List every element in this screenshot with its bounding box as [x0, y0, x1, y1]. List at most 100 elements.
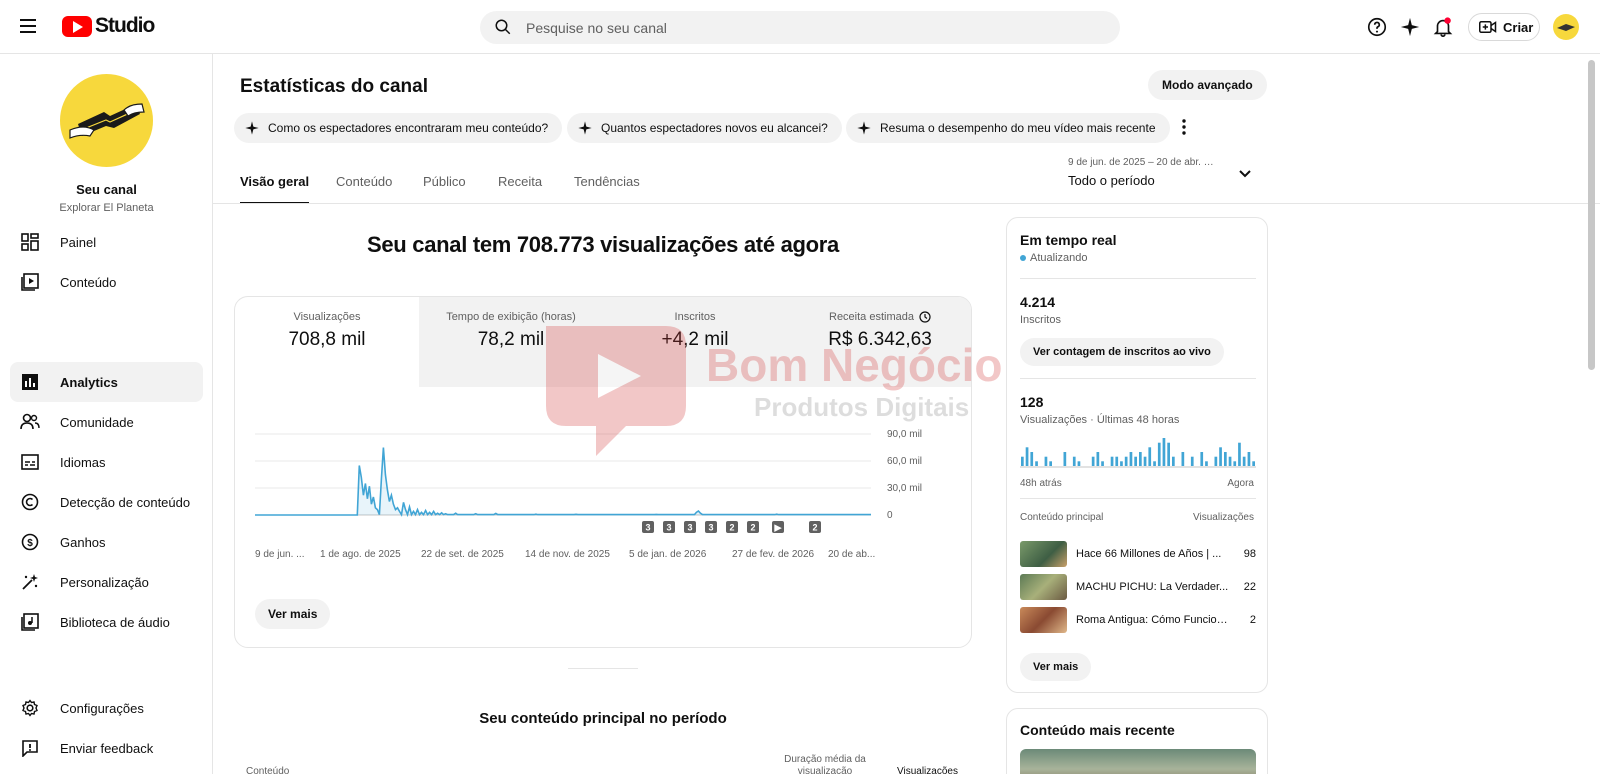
help-icon[interactable]: [1366, 16, 1388, 38]
recent-video-thumbnail[interactable]: [1020, 749, 1256, 774]
column-header-views[interactable]: Visualizações: [897, 766, 958, 774]
realtime-title: Em tempo real: [1020, 232, 1117, 248]
realtime-bar: [1115, 456, 1119, 466]
views-headline: Seu canal tem 708.773 visualizações até …: [367, 232, 839, 257]
suggestion-chip-new-viewers[interactable]: Quantos espectadores novos eu alcancei?: [567, 113, 842, 143]
video-publish-marker[interactable]: 3: [684, 521, 696, 533]
realtime-card: Em tempo real Atualizando 4.214 Inscrito…: [1006, 217, 1268, 693]
realtime-bar: [1157, 442, 1161, 466]
date-range-text[interactable]: 9 de jun. de 2025 – 20 de abr. de 2026: [1068, 157, 1218, 168]
realtime-status-text: Atualizando: [1030, 252, 1088, 264]
metric-subscribers[interactable]: Inscritos +4,2 mil: [603, 297, 787, 387]
realtime-bar: [1063, 452, 1067, 466]
subtitles-icon: [20, 452, 40, 472]
column-header-content: Conteúdo: [246, 766, 290, 774]
more-options-icon[interactable]: [1174, 117, 1194, 137]
list-item[interactable]: MACHU PICHU: La Verdader... 22: [1020, 573, 1256, 601]
realtime-see-more-button[interactable]: Ver mais: [1020, 653, 1092, 681]
sidebar-item-analytics[interactable]: Analytics: [10, 362, 203, 402]
video-thumbnail: [1020, 574, 1067, 600]
video-publish-marker[interactable]: 2: [747, 521, 759, 533]
date-period-label[interactable]: Todo o período: [1068, 173, 1155, 188]
sidebar-item-biblioteca-de-audio[interactable]: Biblioteca de áudio: [10, 602, 203, 642]
realtime-views-bar-chart[interactable]: [1020, 434, 1256, 468]
tab-publico[interactable]: Público: [423, 174, 466, 204]
sidebar-item-idiomas[interactable]: Idiomas: [10, 442, 203, 482]
create-button[interactable]: Criar: [1468, 13, 1540, 41]
tab-conteudo[interactable]: Conteúdo: [336, 174, 392, 204]
account-avatar[interactable]: [1553, 14, 1579, 40]
realtime-divider: [1020, 278, 1256, 279]
views-chart[interactable]: 90,0 mil 60,0 mil 30,0 mil 0 3 3 3 3 2 2 ▶ 2 9 de ju…: [235, 407, 972, 587]
sidebar-item-label: Conteúdo: [60, 274, 117, 290]
sidebar-item-configuracoes[interactable]: Configurações: [10, 688, 203, 728]
settings-icon: [20, 698, 40, 718]
search-input[interactable]: [526, 11, 1086, 44]
realtime-subscribers-label: Inscritos: [1020, 314, 1061, 326]
live-subscriber-count-button[interactable]: Ver contagem de inscritos ao vivo: [1020, 338, 1224, 366]
realtime-bar: [1129, 452, 1133, 466]
realtime-bar: [1143, 456, 1147, 466]
studio-logo[interactable]: Studio: [62, 14, 155, 38]
video-title: MACHU PICHU: La Verdader...: [1076, 581, 1229, 593]
realtime-bar: [1228, 456, 1232, 466]
column-header-top-content: Conteúdo principal: [1020, 512, 1104, 523]
video-publish-marker[interactable]: 2: [726, 521, 738, 533]
realtime-bar: [1200, 452, 1204, 466]
channel-avatar-image: [69, 103, 145, 139]
svg-text:3: 3: [687, 523, 692, 533]
tab-visao-geral[interactable]: Visão geral: [240, 174, 310, 204]
realtime-bar: [1148, 447, 1152, 466]
list-item[interactable]: Roma Antigua: Cómo Funcion... 2: [1020, 606, 1256, 634]
sidebar-item-deteccao-de-conteudo[interactable]: Detecção de conteúdo: [10, 482, 203, 522]
sidebar-item-label: Painel: [60, 234, 97, 250]
sidebar-item-comunidade[interactable]: Comunidade: [10, 402, 203, 442]
notifications-icon[interactable]: [1432, 16, 1454, 38]
create-label: Criar: [1503, 19, 1534, 35]
video-title: Hace 66 Millones de Años | ...: [1076, 548, 1222, 560]
video-publish-marker[interactable]: 3: [705, 521, 717, 533]
video-publish-marker[interactable]: 3: [663, 521, 675, 533]
metric-value: 708,8 mil: [288, 329, 366, 350]
realtime-bar: [1101, 461, 1104, 466]
video-publish-marker[interactable]: 3: [642, 521, 654, 533]
realtime-bar: [1205, 461, 1208, 466]
page-scrollbar[interactable]: [1588, 60, 1595, 370]
metric-value: 78,2 mil: [477, 329, 545, 350]
video-publish-marker[interactable]: 2: [809, 521, 821, 533]
channel-avatar[interactable]: [60, 74, 153, 167]
realtime-bar: [1214, 456, 1218, 466]
suggestion-chip-latest-video[interactable]: Resuma o desempenho do meu vídeo mais re…: [846, 113, 1170, 143]
sidebar-item-personalizacao[interactable]: Personalização: [10, 562, 203, 602]
sidebar-item-label: Ganhos: [60, 534, 106, 550]
suggestion-chip-discovery[interactable]: Como os espectadores encontraram meu con…: [234, 113, 563, 143]
chevron-down-icon[interactable]: [1236, 165, 1254, 183]
realtime-bar: [1030, 452, 1034, 466]
realtime-bar: [1247, 452, 1251, 466]
metric-value: +4,2 mil: [661, 329, 729, 350]
sidebar-item-enviar-feedback[interactable]: Enviar feedback: [10, 728, 203, 768]
sidebar-item-conteudo[interactable]: Conteúdo: [10, 262, 203, 302]
metric-watch-time[interactable]: Tempo de exibição (horas) 78,2 mil: [419, 297, 603, 387]
menu-icon[interactable]: [20, 16, 42, 38]
realtime-bar: [1242, 456, 1246, 466]
list-item[interactable]: Hace 66 Millones de Años | ... 98: [1020, 540, 1256, 568]
dashboard-icon: [20, 232, 40, 252]
realtime-axis-end: Agora: [1227, 478, 1254, 489]
metric-revenue[interactable]: Receita estimada R$ 6.342,63: [787, 297, 971, 387]
sidebar-item-label: Biblioteca de áudio: [60, 614, 170, 630]
video-thumbnail: [1020, 541, 1067, 567]
sidebar-item-painel[interactable]: Painel: [10, 222, 203, 262]
see-more-button[interactable]: Ver mais: [255, 599, 331, 629]
tab-receita[interactable]: Receita: [498, 174, 542, 204]
realtime-bar: [1091, 456, 1095, 466]
column-header-avg-duration: Duração média da visualização: [784, 754, 866, 774]
realtime-views-count: 128: [1020, 394, 1044, 410]
search-icon[interactable]: [494, 18, 512, 36]
metric-views[interactable]: Visualizações 708,8 mil: [235, 297, 419, 387]
advanced-mode-button[interactable]: Modo avançado: [1148, 70, 1267, 100]
sparkle-icon[interactable]: [1399, 16, 1421, 38]
tab-tendencias[interactable]: Tendências: [574, 174, 640, 204]
video-publish-marker[interactable]: ▶: [772, 521, 784, 533]
sidebar-item-ganhos[interactable]: $ Ganhos: [10, 522, 203, 562]
